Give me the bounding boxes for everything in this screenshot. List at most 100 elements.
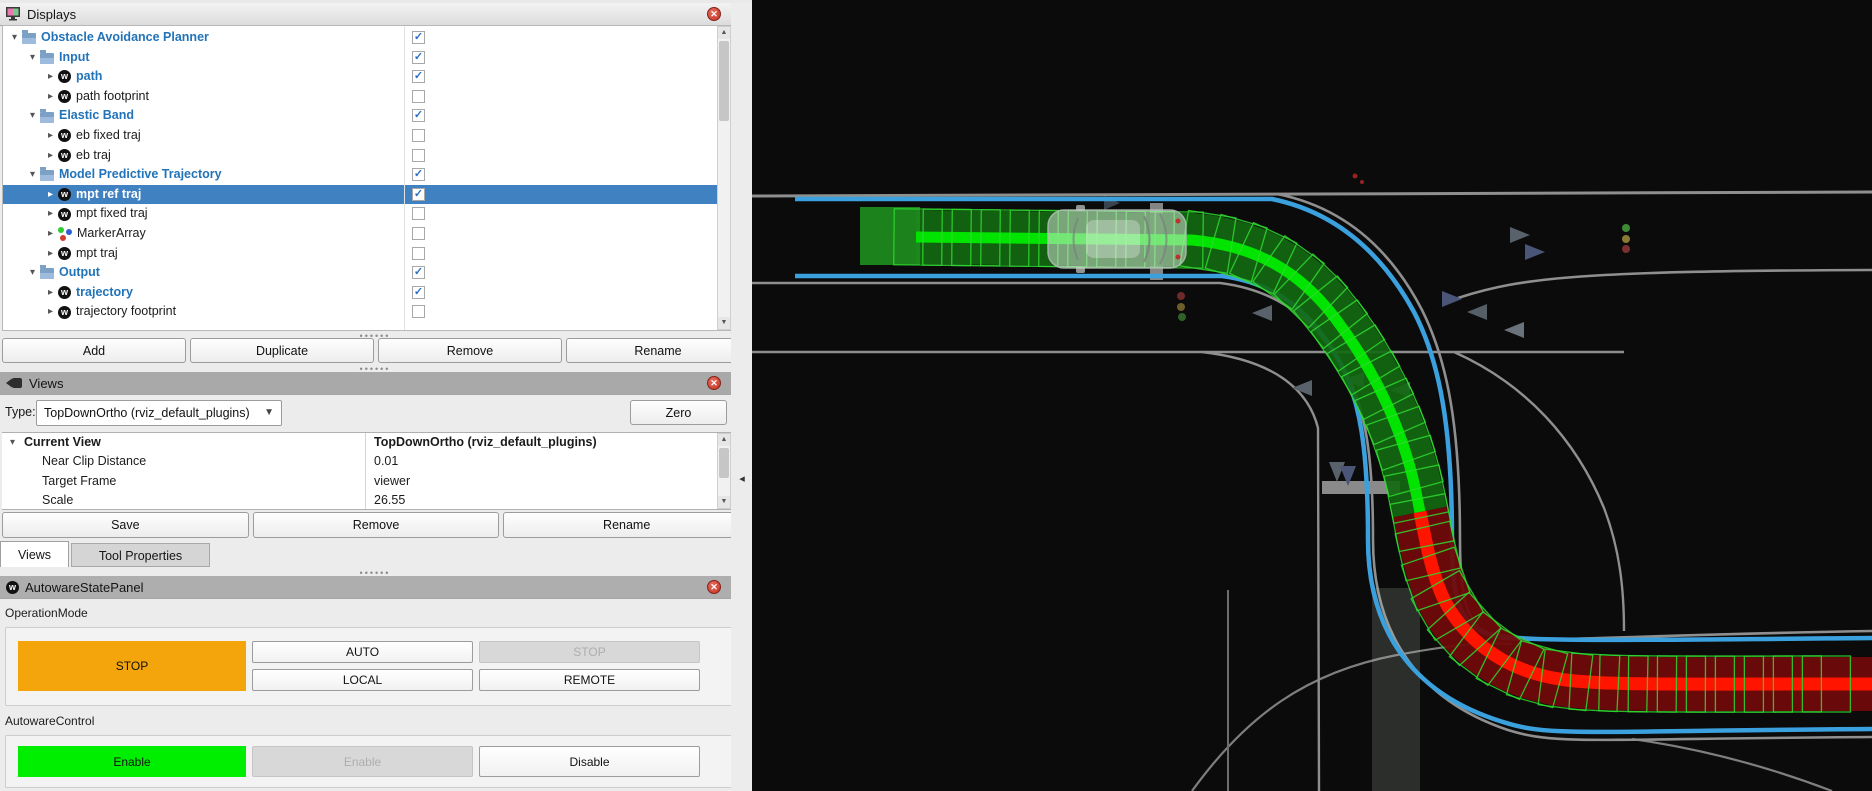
scrollbar-handle[interactable]	[719, 448, 729, 478]
folder-icon	[40, 268, 54, 279]
tree-item-markerarray[interactable]: ▸ MarkerArray	[3, 224, 730, 244]
tree-item-label: path footprint	[76, 87, 149, 107]
visibility-checkbox[interactable]: ✓	[412, 188, 425, 201]
collapse-icon[interactable]: ▾	[25, 48, 40, 68]
visibility-checkbox[interactable]: ✓	[412, 109, 425, 122]
property-value[interactable]: 26.55	[374, 491, 405, 510]
tree-item-path-footprint[interactable]: ▸wpath footprint	[3, 87, 730, 107]
tree-item-trajectory-footprint[interactable]: ▸wtrajectory footprint	[3, 302, 730, 322]
visibility-checkbox[interactable]	[412, 207, 425, 220]
displays-add-button[interactable]: Add	[2, 338, 186, 363]
views-rename-button[interactable]: Rename	[503, 512, 750, 538]
views-save-button[interactable]: Save	[2, 512, 249, 538]
tree-item-trajectory[interactable]: ▸wtrajectory✓	[3, 283, 730, 303]
expand-icon[interactable]: ▸	[43, 204, 58, 224]
tree-item-mpt-ref-traj[interactable]: ▸wmpt ref traj✓	[3, 185, 730, 205]
folder-icon	[40, 170, 54, 181]
rviz-window: Displays ✕ ▾Obstacle Avoidance Planner✓▾…	[0, 0, 1872, 791]
visibility-checkbox[interactable]: ✓	[412, 266, 425, 279]
displays-duplicate-button[interactable]: Duplicate	[190, 338, 374, 363]
operation-local-button[interactable]: LOCAL	[252, 669, 473, 691]
displays-tree[interactable]: ▾Obstacle Avoidance Planner✓▾Input✓▸wpat…	[2, 25, 731, 331]
visibility-checkbox[interactable]: ✓	[412, 168, 425, 181]
property-name: Near Clip Distance	[2, 452, 146, 471]
tree-item-mpt-fixed-traj[interactable]: ▸wmpt fixed traj	[3, 204, 730, 224]
expand-icon[interactable]: ▸	[43, 126, 58, 146]
collapse-icon[interactable]: ▾	[7, 28, 22, 48]
property-row-target-frame[interactable]: Target Frameviewer	[2, 472, 731, 491]
displays-panel-header[interactable]: Displays ✕	[0, 3, 752, 26]
zero-button[interactable]: Zero	[630, 400, 727, 425]
tree-item-obstacle-avoidance-planner[interactable]: ▾Obstacle Avoidance Planner✓	[3, 28, 730, 48]
tree-item-label: MarkerArray	[77, 224, 146, 244]
tree-item-output[interactable]: ▾Output✓	[3, 263, 730, 283]
expand-icon[interactable]: ▸	[43, 185, 58, 205]
control-disable-button[interactable]: Disable	[479, 746, 700, 777]
current-view-properties[interactable]: ▾Current ViewTopDownOrtho (rviz_default_…	[2, 432, 731, 510]
displays-button-row: AddDuplicateRemoveRename	[2, 338, 750, 363]
tab-tool-properties[interactable]: Tool Properties	[71, 543, 210, 567]
visibility-checkbox[interactable]: ✓	[412, 70, 425, 83]
expand-icon[interactable]: ▸	[43, 302, 58, 322]
tree-item-elastic-band[interactable]: ▾Elastic Band✓	[3, 106, 730, 126]
tab-views[interactable]: Views	[0, 541, 69, 567]
displays-rename-button[interactable]: Rename	[566, 338, 750, 363]
visibility-checkbox[interactable]	[412, 227, 425, 240]
expand-icon[interactable]: ▸	[43, 87, 58, 107]
rviz-3d-viewport[interactable]	[752, 0, 1872, 791]
visibility-checkbox[interactable]	[412, 305, 425, 318]
visibility-checkbox[interactable]	[412, 247, 425, 260]
views-scrollbar[interactable]: ▲ ▼	[717, 433, 731, 509]
close-icon[interactable]: ✕	[707, 580, 721, 594]
operation-mode-label: OperationMode	[5, 606, 88, 620]
scrollbar-handle[interactable]	[719, 41, 729, 121]
views-panel-header[interactable]: Views ✕	[0, 372, 752, 395]
collapse-icon[interactable]: ▾	[25, 263, 40, 283]
visibility-checkbox[interactable]	[412, 149, 425, 162]
visibility-checkbox[interactable]: ✓	[412, 286, 425, 299]
collapse-panel-icon[interactable]: ◂	[736, 466, 748, 492]
expand-icon[interactable]: ▸	[43, 244, 58, 264]
visibility-checkbox[interactable]: ✓	[412, 51, 425, 64]
autoware-icon: w	[58, 149, 71, 162]
tree-item-mpt-traj[interactable]: ▸wmpt traj	[3, 244, 730, 264]
tree-item-eb-fixed-traj[interactable]: ▸web fixed traj	[3, 126, 730, 146]
close-icon[interactable]: ✕	[707, 376, 721, 390]
property-row-near-clip-distance[interactable]: Near Clip Distance 0.01	[2, 452, 731, 471]
expand-icon[interactable]: ▸	[43, 283, 58, 303]
tree-item-path[interactable]: ▸wpath✓	[3, 67, 730, 87]
tree-item-eb-traj[interactable]: ▸web traj	[3, 146, 730, 166]
expand-icon[interactable]: ▸	[43, 146, 58, 166]
scroll-up-icon[interactable]: ▲	[718, 27, 730, 39]
panel-splitter[interactable]	[731, 3, 752, 791]
displays-remove-button[interactable]: Remove	[378, 338, 562, 363]
collapse-icon[interactable]: ▾	[25, 165, 40, 185]
displays-scrollbar[interactable]: ▲ ▼	[717, 26, 731, 330]
autoware-panel-header[interactable]: w AutowareStatePanel ✕	[0, 576, 752, 599]
views-remove-button[interactable]: Remove	[253, 512, 500, 538]
expand-icon[interactable]: ▸	[43, 224, 58, 244]
collapse-icon[interactable]: ▾	[10, 433, 15, 452]
view-type-dropdown[interactable]: TopDownOrtho (rviz_default_plugins) ▼	[36, 400, 282, 426]
property-row-current-view[interactable]: ▾Current ViewTopDownOrtho (rviz_default_…	[2, 433, 731, 452]
collapse-icon[interactable]: ▾	[25, 106, 40, 126]
visibility-checkbox[interactable]: ✓	[412, 31, 425, 44]
scroll-down-icon[interactable]: ▼	[718, 496, 730, 508]
tree-item-model-predictive-trajectory[interactable]: ▾Model Predictive Trajectory✓	[3, 165, 730, 185]
expand-icon[interactable]: ▸	[43, 67, 58, 87]
tree-item-input[interactable]: ▾Input✓	[3, 48, 730, 68]
views-panel-title: Views	[29, 376, 63, 391]
scroll-up-icon[interactable]: ▲	[718, 434, 730, 446]
property-row-scale[interactable]: Scale26.55	[2, 491, 731, 510]
autoware-control-status: Enable	[18, 746, 246, 777]
operation-auto-button[interactable]: AUTO	[252, 641, 473, 663]
folder-icon	[40, 53, 54, 64]
property-value[interactable]: 0.01	[374, 452, 398, 471]
visibility-checkbox[interactable]	[412, 90, 425, 103]
close-icon[interactable]: ✕	[707, 7, 721, 21]
property-value[interactable]: viewer	[374, 472, 410, 491]
property-value[interactable]: TopDownOrtho (rviz_default_plugins)	[374, 433, 597, 452]
scroll-down-icon[interactable]: ▼	[718, 317, 730, 329]
visibility-checkbox[interactable]	[412, 129, 425, 142]
operation-remote-button[interactable]: REMOTE	[479, 669, 700, 691]
